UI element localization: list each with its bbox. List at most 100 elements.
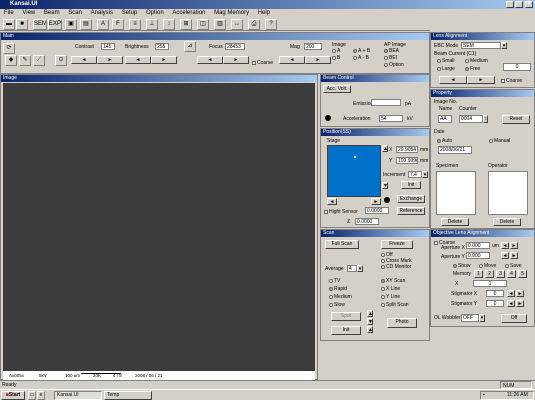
exp-button[interactable]: EXP: [48, 19, 62, 30]
photo-button[interactable]: Photo: [387, 318, 417, 328]
name-field[interactable]: AA: [438, 115, 452, 123]
minimize-button[interactable]: _: [506, 1, 514, 8]
show-radio[interactable]: Show: [453, 263, 471, 269]
focus-icon[interactable]: ⊿: [184, 41, 196, 52]
memory-4-button[interactable]: 4: [507, 270, 516, 278]
brightness-left-button[interactable]: ◄: [125, 56, 151, 64]
mag-left-button[interactable]: ◄: [279, 56, 305, 64]
image-radio-b[interactable]: B: [332, 55, 340, 61]
spot-up-button[interactable]: ▲: [367, 310, 373, 317]
scan-lines-icon[interactable]: ≡: [129, 19, 141, 30]
stigmator-y-field[interactable]: 0: [486, 300, 504, 307]
stage-right-button[interactable]: ►: [371, 198, 381, 205]
menu-view[interactable]: View: [22, 9, 35, 17]
stig-x-right[interactable]: ►: [516, 290, 524, 297]
tilt-icon[interactable]: ↕: [163, 19, 175, 30]
z-field[interactable]: 0.0000: [355, 218, 379, 225]
stage-scroll-up[interactable]: ▲: [382, 145, 388, 152]
counter-spinner[interactable]: ↕: [483, 115, 488, 123]
line-radio-split-scan[interactable]: Split Scan: [381, 302, 409, 308]
focus-field[interactable]: 28453: [225, 43, 245, 50]
stage-icon[interactable]: ⊥: [146, 19, 158, 30]
menu-setup[interactable]: Setup: [122, 9, 138, 17]
speed-radio-medium[interactable]: Medium: [329, 294, 352, 300]
date-radio-manual[interactable]: Manual: [489, 138, 510, 144]
init-button[interactable]: Init: [401, 181, 421, 189]
bc-right-button[interactable]: ►: [467, 76, 495, 84]
aperture-y-field[interactable]: 0.000: [466, 252, 490, 259]
menu-file[interactable]: File: [4, 9, 14, 17]
x-field[interactable]: 29.9054: [396, 146, 418, 153]
aperture-x-left[interactable]: ◄: [501, 242, 509, 249]
ap-radio-option[interactable]: Option: [384, 62, 404, 68]
speed-radio-rapid[interactable]: Rapid: [329, 286, 347, 292]
exchange-button[interactable]: Exchange: [397, 195, 425, 203]
date-radio-auto[interactable]: Auto: [437, 138, 452, 144]
stig-x-left[interactable]: ◄: [507, 290, 515, 297]
menu-help[interactable]: Help: [258, 9, 270, 17]
menu-analysis[interactable]: Analysis: [91, 9, 113, 17]
brightness-field[interactable]: 255: [155, 43, 169, 50]
reset-button[interactable]: Reset: [502, 115, 530, 124]
stigmator-x-field[interactable]: 0: [486, 290, 504, 297]
menu-beam[interactable]: Beam: [44, 9, 60, 17]
freeze-button[interactable]: Freeze: [381, 240, 413, 249]
taskbar-item-kansai[interactable]: Kansai.UI: [54, 391, 102, 400]
measure-icon[interactable]: ↔: [231, 19, 243, 30]
ap-radio-bea[interactable]: BEA: [384, 48, 399, 54]
stage-map[interactable]: [327, 145, 381, 197]
save-radio[interactable]: Save: [505, 263, 521, 269]
taskbar-item-temp[interactable]: Temp: [104, 391, 152, 400]
stig-y-left[interactable]: ◄: [507, 300, 515, 307]
aperture-x-field[interactable]: 0.000: [466, 242, 490, 249]
dual-monitor-icon[interactable]: ▥: [214, 19, 226, 30]
ol-wobbler-select[interactable]: OFF: [461, 314, 479, 322]
height-field[interactable]: 0.0000: [365, 207, 389, 214]
mode-radio-cd-monitor[interactable]: CD Monitor: [381, 264, 411, 270]
stig-y-right[interactable]: ►: [516, 300, 524, 307]
operator-textarea[interactable]: [488, 171, 528, 215]
sem-image-viewport[interactable]: [3, 83, 315, 371]
average-dropdown[interactable]: ▾: [357, 265, 363, 272]
ol-x-field[interactable]: 1: [473, 280, 507, 287]
ebc-mode-select[interactable]: SEM: [461, 42, 501, 49]
explorer-icon[interactable]: e: [37, 391, 45, 400]
ap-radio-bei[interactable]: BEI: [384, 55, 397, 61]
spot-button[interactable]: Spot: [331, 312, 361, 321]
aperture-x-right[interactable]: ►: [510, 242, 518, 249]
help-icon[interactable]: ?: [265, 19, 277, 30]
memory-2-button[interactable]: 2: [485, 270, 494, 278]
close-button[interactable]: ×: [525, 1, 533, 8]
sem-button[interactable]: SEM: [33, 19, 47, 30]
stage-left-button[interactable]: ◄: [327, 198, 337, 205]
reference-button[interactable]: Reference: [397, 207, 425, 215]
ruler-icon[interactable]: ⟋: [33, 55, 45, 66]
lens-coarse-checkbox[interactable]: Coarse: [501, 78, 522, 84]
specimen-delete-button[interactable]: Delete: [441, 218, 469, 226]
image-radio-a-minus-b[interactable]: A - B: [353, 55, 369, 61]
increment-dropdown[interactable]: ▾: [422, 171, 428, 178]
specimen-textarea[interactable]: [436, 171, 476, 215]
ebc-mode-dropdown[interactable]: ▾: [501, 42, 507, 49]
stage-scroll-down[interactable]: ▼: [382, 182, 388, 189]
date-field[interactable]: 2008/06/21: [438, 146, 472, 154]
beam-current-field[interactable]: 0: [503, 63, 531, 71]
acceleration-field[interactable]: 54: [379, 115, 403, 122]
bc-radio-small[interactable]: Small: [437, 58, 455, 64]
memory-3-button[interactable]: 3: [496, 270, 505, 278]
emission-field[interactable]: [371, 99, 401, 106]
network-icon[interactable]: ▪: [483, 392, 485, 399]
camera-icon[interactable]: ▣: [65, 19, 77, 30]
pointer-icon[interactable]: ◆: [5, 55, 17, 66]
bc-radio-large[interactable]: Large: [437, 66, 455, 72]
split-screen-icon[interactable]: ◫: [197, 19, 209, 30]
zoom-icon[interactable]: ⊙: [55, 55, 67, 66]
menu-scan[interactable]: Scan: [68, 9, 82, 17]
scan-init-up-button[interactable]: ▲: [367, 326, 373, 333]
bc-radio-free[interactable]: Free: [465, 66, 480, 72]
move-radio[interactable]: Move: [479, 263, 496, 269]
save-disk-icon[interactable]: ■: [16, 19, 28, 30]
mag-right-button[interactable]: ►: [305, 56, 331, 64]
menu-acceleration[interactable]: Acceleration: [172, 9, 205, 17]
line-radio-x-line[interactable]: X Line: [381, 286, 400, 292]
